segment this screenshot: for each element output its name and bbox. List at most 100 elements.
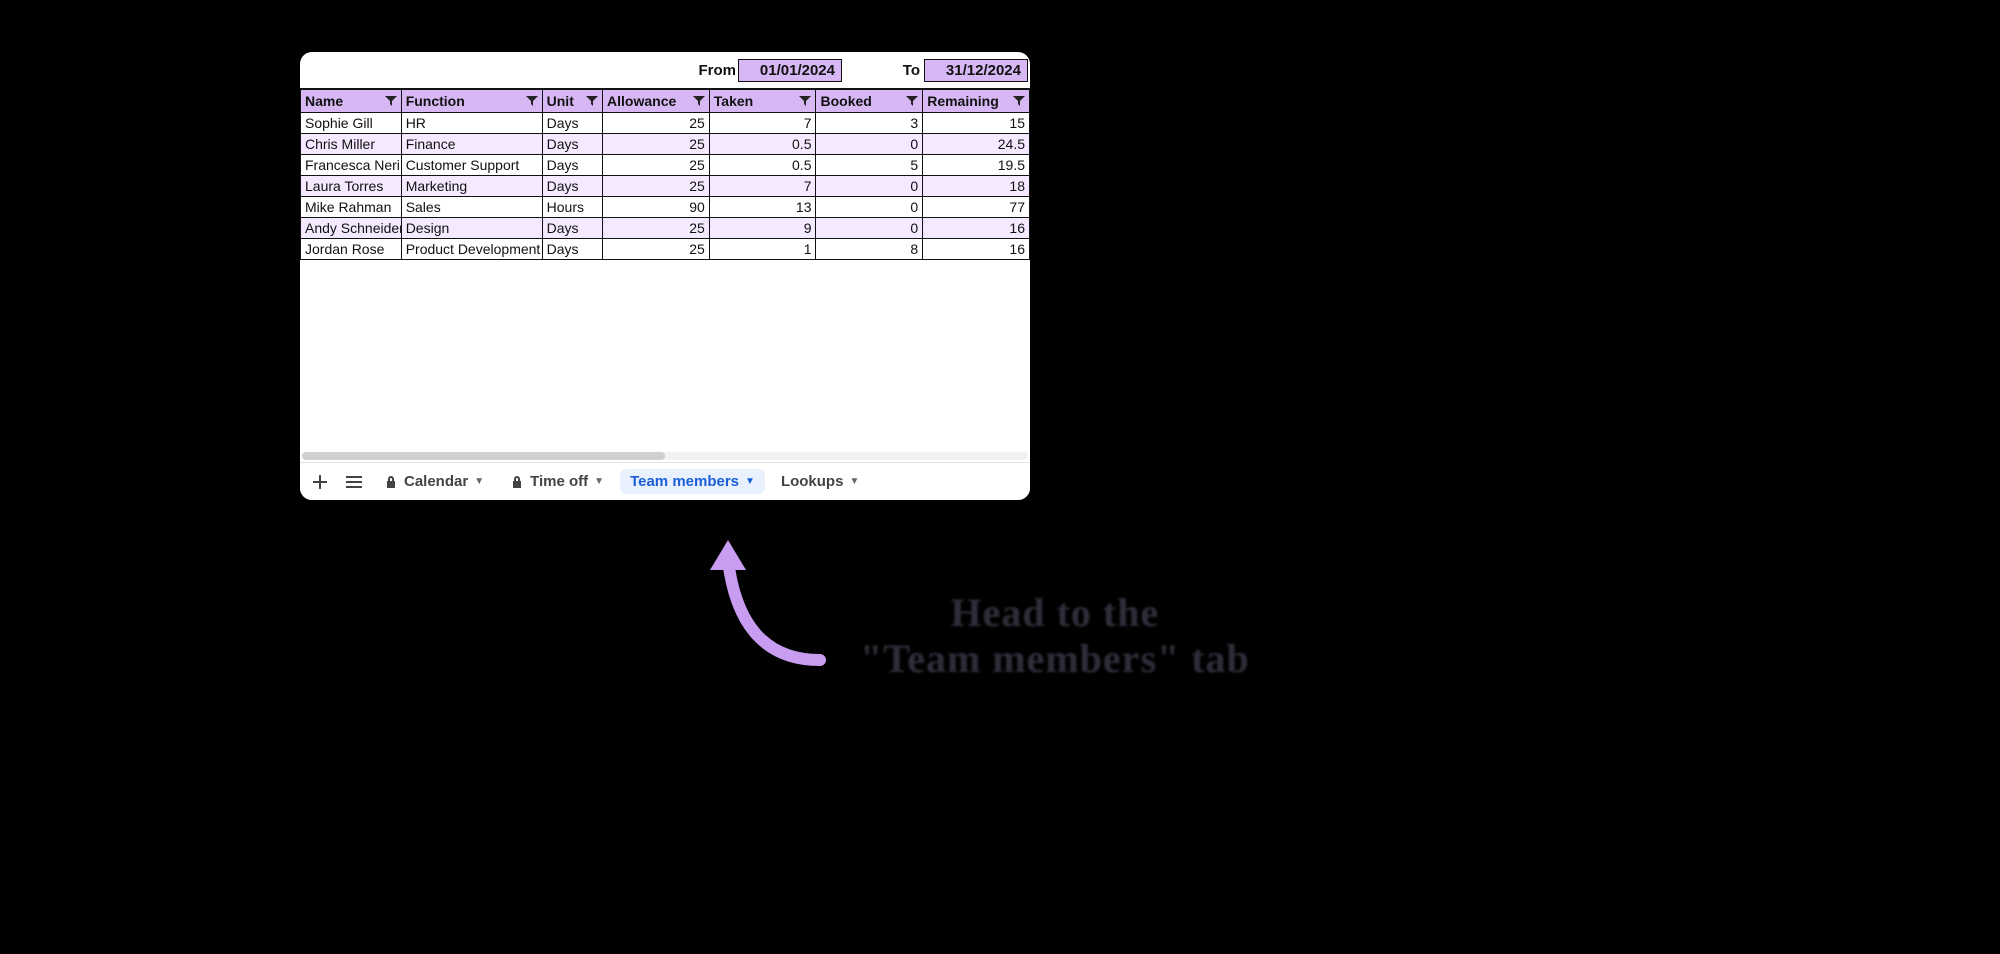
- cell-booked[interactable]: 0: [816, 218, 923, 239]
- cell-remaining[interactable]: 16: [923, 218, 1030, 239]
- chevron-down-icon: ▼: [849, 476, 859, 487]
- filter-icon[interactable]: [586, 96, 598, 106]
- cell-function[interactable]: Product Development: [401, 239, 542, 260]
- all-sheets-button[interactable]: [340, 468, 368, 496]
- cell-booked[interactable]: 0: [816, 197, 923, 218]
- col-unit[interactable]: Unit: [542, 90, 602, 113]
- cell-unit[interactable]: Days: [542, 134, 602, 155]
- cell-remaining[interactable]: 77: [923, 197, 1030, 218]
- col-taken[interactable]: Taken: [709, 90, 816, 113]
- lock-icon: [510, 475, 524, 489]
- chevron-down-icon: ▼: [745, 476, 755, 487]
- cell-remaining[interactable]: 15: [923, 113, 1030, 134]
- tab-calendar[interactable]: Calendar ▼: [374, 469, 494, 494]
- cell-booked[interactable]: 8: [816, 239, 923, 260]
- tab-label: Calendar: [404, 473, 468, 490]
- header-row: Name Function Unit Allowance Taken Booke…: [301, 90, 1030, 113]
- cell-function[interactable]: Customer Support: [401, 155, 542, 176]
- cell-taken[interactable]: 13: [709, 197, 816, 218]
- cell-allowance[interactable]: 25: [603, 134, 710, 155]
- filter-icon[interactable]: [385, 96, 397, 106]
- cell-taken[interactable]: 9: [709, 218, 816, 239]
- chevron-down-icon: ▼: [594, 476, 604, 487]
- cell-unit[interactable]: Days: [542, 218, 602, 239]
- cell-allowance[interactable]: 25: [603, 155, 710, 176]
- table-row[interactable]: Andy SchneiderDesignDays259016: [301, 218, 1030, 239]
- cell-booked[interactable]: 5: [816, 155, 923, 176]
- cell-taken[interactable]: 0.5: [709, 155, 816, 176]
- col-allowance[interactable]: Allowance: [603, 90, 710, 113]
- col-remaining[interactable]: Remaining: [923, 90, 1030, 113]
- plus-icon: [313, 475, 327, 489]
- to-date-cell[interactable]: 31/12/2024: [924, 59, 1028, 82]
- cell-name[interactable]: Sophie Gill: [301, 113, 402, 134]
- menu-icon: [346, 476, 362, 488]
- cell-function[interactable]: HR: [401, 113, 542, 134]
- spreadsheet-window: From 01/01/2024 To 31/12/2024 Name Funct…: [300, 52, 1030, 500]
- horizontal-scrollbar[interactable]: [302, 452, 1028, 460]
- cell-booked[interactable]: 3: [816, 113, 923, 134]
- table-row[interactable]: Mike RahmanSalesHours9013077: [301, 197, 1030, 218]
- tab-timeoff[interactable]: Time off ▼: [500, 469, 614, 494]
- cell-name[interactable]: Mike Rahman: [301, 197, 402, 218]
- table-row[interactable]: Jordan RoseProduct DevelopmentDays251816: [301, 239, 1030, 260]
- from-date-cell[interactable]: 01/01/2024: [738, 59, 842, 82]
- cell-remaining[interactable]: 24.5: [923, 134, 1030, 155]
- tab-lookups[interactable]: Lookups ▼: [771, 469, 869, 494]
- filter-icon[interactable]: [526, 96, 538, 106]
- cell-name[interactable]: Jordan Rose: [301, 239, 402, 260]
- cell-name[interactable]: Laura Torres: [301, 176, 402, 197]
- cell-allowance[interactable]: 25: [603, 176, 710, 197]
- col-name[interactable]: Name: [301, 90, 402, 113]
- tab-team-members[interactable]: Team members ▼: [620, 469, 765, 494]
- sheet-tab-bar: Calendar ▼ Time off ▼ Team members ▼ Loo…: [300, 462, 1030, 500]
- cell-remaining[interactable]: 19.5: [923, 155, 1030, 176]
- cell-booked[interactable]: 0: [816, 176, 923, 197]
- cell-taken[interactable]: 0.5: [709, 134, 816, 155]
- cell-unit[interactable]: Days: [542, 176, 602, 197]
- date-range-bar: From 01/01/2024 To 31/12/2024: [300, 52, 1030, 88]
- col-booked[interactable]: Booked: [816, 90, 923, 113]
- from-label: From: [699, 62, 737, 79]
- cell-function[interactable]: Design: [401, 218, 542, 239]
- cell-allowance[interactable]: 90: [603, 197, 710, 218]
- annotation-text: Head to the "Team members" tab: [860, 590, 1250, 682]
- cell-name[interactable]: Francesca Neri: [301, 155, 402, 176]
- table-wrap: Name Function Unit Allowance Taken Booke…: [300, 88, 1030, 260]
- cell-function[interactable]: Sales: [401, 197, 542, 218]
- filter-icon[interactable]: [1013, 96, 1025, 106]
- cell-unit[interactable]: Days: [542, 155, 602, 176]
- cell-remaining[interactable]: 16: [923, 239, 1030, 260]
- filter-icon[interactable]: [906, 96, 918, 106]
- table-row[interactable]: Sophie GillHRDays257315: [301, 113, 1030, 134]
- cell-allowance[interactable]: 25: [603, 113, 710, 134]
- filter-icon[interactable]: [693, 96, 705, 106]
- tab-label: Time off: [530, 473, 588, 490]
- cell-taken[interactable]: 1: [709, 239, 816, 260]
- cell-allowance[interactable]: 25: [603, 218, 710, 239]
- cell-unit[interactable]: Days: [542, 239, 602, 260]
- filter-icon[interactable]: [799, 96, 811, 106]
- cell-taken[interactable]: 7: [709, 176, 816, 197]
- cell-name[interactable]: Chris Miller: [301, 134, 402, 155]
- cell-function[interactable]: Marketing: [401, 176, 542, 197]
- cell-function[interactable]: Finance: [401, 134, 542, 155]
- cell-taken[interactable]: 7: [709, 113, 816, 134]
- team-table: Name Function Unit Allowance Taken Booke…: [300, 89, 1030, 260]
- cell-booked[interactable]: 0: [816, 134, 923, 155]
- cell-unit[interactable]: Hours: [542, 197, 602, 218]
- annotation-line-2: "Team members" tab: [860, 636, 1250, 682]
- cell-name[interactable]: Andy Schneider: [301, 218, 402, 239]
- table-row[interactable]: Chris MillerFinanceDays250.5024.5: [301, 134, 1030, 155]
- tab-label: Lookups: [781, 473, 844, 490]
- cell-unit[interactable]: Days: [542, 113, 602, 134]
- table-row[interactable]: Laura TorresMarketingDays257018: [301, 176, 1030, 197]
- add-sheet-button[interactable]: [306, 468, 334, 496]
- table-row[interactable]: Francesca NeriCustomer SupportDays250.55…: [301, 155, 1030, 176]
- col-function[interactable]: Function: [401, 90, 542, 113]
- cell-remaining[interactable]: 18: [923, 176, 1030, 197]
- chevron-down-icon: ▼: [474, 476, 484, 487]
- cell-allowance[interactable]: 25: [603, 239, 710, 260]
- to-label: To: [842, 62, 922, 79]
- scrollbar-thumb[interactable]: [302, 452, 665, 460]
